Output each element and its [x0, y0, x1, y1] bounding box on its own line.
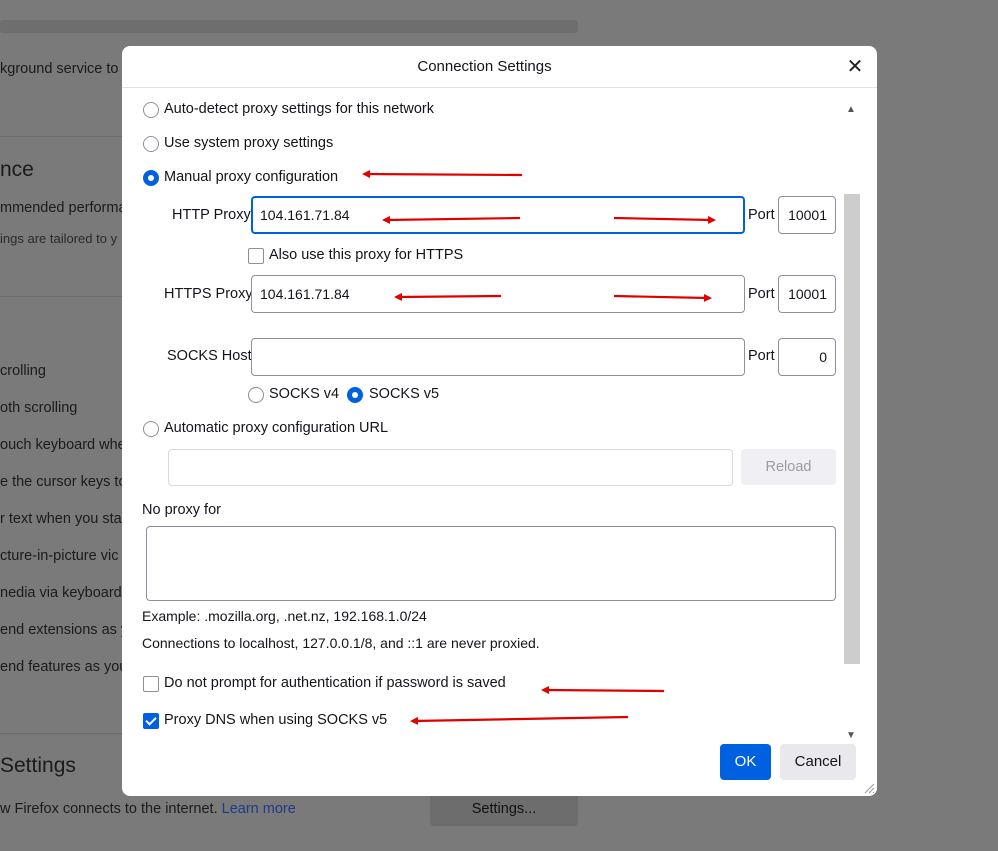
bg-item: end extensions as y	[0, 622, 129, 638]
system-proxy-label[interactable]: Use system proxy settings	[164, 135, 333, 151]
proxy-dns-checkbox[interactable]	[143, 713, 159, 729]
connection-settings-dialog: Connection Settings ✕ Auto-detect proxy …	[122, 46, 877, 796]
localhost-note: Connections to localhost, 127.0.0.1/8, a…	[142, 635, 540, 651]
learn-more-link[interactable]: Learn more	[222, 801, 296, 817]
auto-detect-radio[interactable]	[143, 102, 159, 118]
manual-proxy-radio[interactable]	[143, 170, 159, 186]
bg-text: kground service to	[0, 61, 119, 77]
bg-item: r text when you sta	[0, 511, 122, 527]
scroll-down-icon[interactable]: ▼	[846, 730, 856, 741]
socks-v5-radio[interactable]	[347, 387, 363, 403]
https-port-value: 10001	[788, 286, 827, 302]
resize-grip-icon[interactable]	[863, 782, 875, 794]
bg-heading: nce	[0, 158, 34, 181]
bg-item: nedia via keyboard	[0, 585, 122, 601]
socks-host-input[interactable]	[251, 338, 745, 376]
auto-url-label[interactable]: Automatic proxy configuration URL	[164, 420, 388, 436]
also-https-checkbox[interactable]	[248, 248, 264, 264]
https-proxy-value: 104.161.71.84	[260, 286, 350, 302]
socks-v4-label[interactable]: SOCKS v4	[269, 386, 339, 402]
bg-footer-text: w Firefox connects to the internet. Lear…	[0, 801, 296, 817]
socks-host-label: SOCKS Host	[167, 348, 252, 364]
http-proxy-label: HTTP Proxy	[172, 207, 251, 223]
bg-item: crolling	[0, 363, 46, 379]
bg-settings-button[interactable]: Settings...	[430, 792, 578, 826]
background-bar	[0, 20, 578, 33]
bg-heading: Settings	[0, 754, 76, 777]
cancel-button[interactable]: Cancel	[780, 744, 856, 780]
divider	[0, 136, 130, 137]
ok-button[interactable]: OK	[720, 744, 771, 780]
http-port-input[interactable]: 10001	[778, 196, 836, 234]
bg-item: oth scrolling	[0, 400, 78, 416]
auto-url-radio[interactable]	[143, 421, 159, 437]
http-port-label: Port	[748, 207, 775, 223]
http-proxy-value: 104.161.71.84	[260, 207, 350, 223]
auto-detect-label[interactable]: Auto-detect proxy settings for this netw…	[164, 101, 434, 117]
https-proxy-input[interactable]: 104.161.71.84	[251, 275, 745, 313]
https-proxy-label: HTTPS Proxy	[164, 286, 253, 302]
no-proxy-label: No proxy for	[142, 502, 221, 518]
scroll-up-icon[interactable]: ▲	[846, 104, 856, 115]
socks-v4-radio[interactable]	[248, 387, 264, 403]
bg-item: end features as you	[0, 659, 128, 675]
dialog-title: Connection Settings	[417, 58, 552, 75]
socks-v5-label[interactable]: SOCKS v5	[369, 386, 439, 402]
manual-proxy-label[interactable]: Manual proxy configuration	[164, 169, 338, 185]
no-prompt-auth-checkbox[interactable]	[143, 676, 159, 692]
bg-item: e the cursor keys to	[0, 474, 127, 490]
proxy-dns-label[interactable]: Proxy DNS when using SOCKS v5	[164, 712, 387, 728]
bg-item: cture-in-picture vic	[0, 548, 119, 564]
auto-url-input[interactable]	[168, 449, 733, 486]
socks-port-input[interactable]: 0	[778, 338, 836, 376]
bg-text: mmended performa	[0, 200, 127, 216]
dialog-titlebar: Connection Settings ✕	[122, 46, 877, 88]
no-proxy-example: Example: .mozilla.org, .net.nz, 192.168.…	[142, 608, 427, 624]
scrollbar[interactable]: ▲ ▼	[844, 102, 862, 744]
https-port-input[interactable]: 10001	[778, 275, 836, 313]
https-port-label: Port	[748, 286, 775, 302]
reload-button[interactable]: Reload	[741, 449, 836, 485]
no-proxy-textarea[interactable]	[146, 526, 836, 601]
bg-text: ings are tailored to y	[0, 231, 118, 246]
close-icon[interactable]: ✕	[843, 55, 867, 79]
divider	[0, 296, 130, 297]
socks-port-value: 0	[819, 349, 827, 365]
scrollbar-thumb[interactable]	[844, 194, 860, 664]
http-proxy-input[interactable]: 104.161.71.84	[251, 196, 745, 234]
system-proxy-radio[interactable]	[143, 136, 159, 152]
bg-item: ouch keyboard whe	[0, 437, 126, 453]
socks-port-label: Port	[748, 348, 775, 364]
also-https-label[interactable]: Also use this proxy for HTTPS	[269, 247, 463, 263]
divider	[0, 733, 130, 734]
no-prompt-auth-label[interactable]: Do not prompt for authentication if pass…	[164, 675, 506, 691]
http-port-value: 10001	[788, 207, 827, 223]
